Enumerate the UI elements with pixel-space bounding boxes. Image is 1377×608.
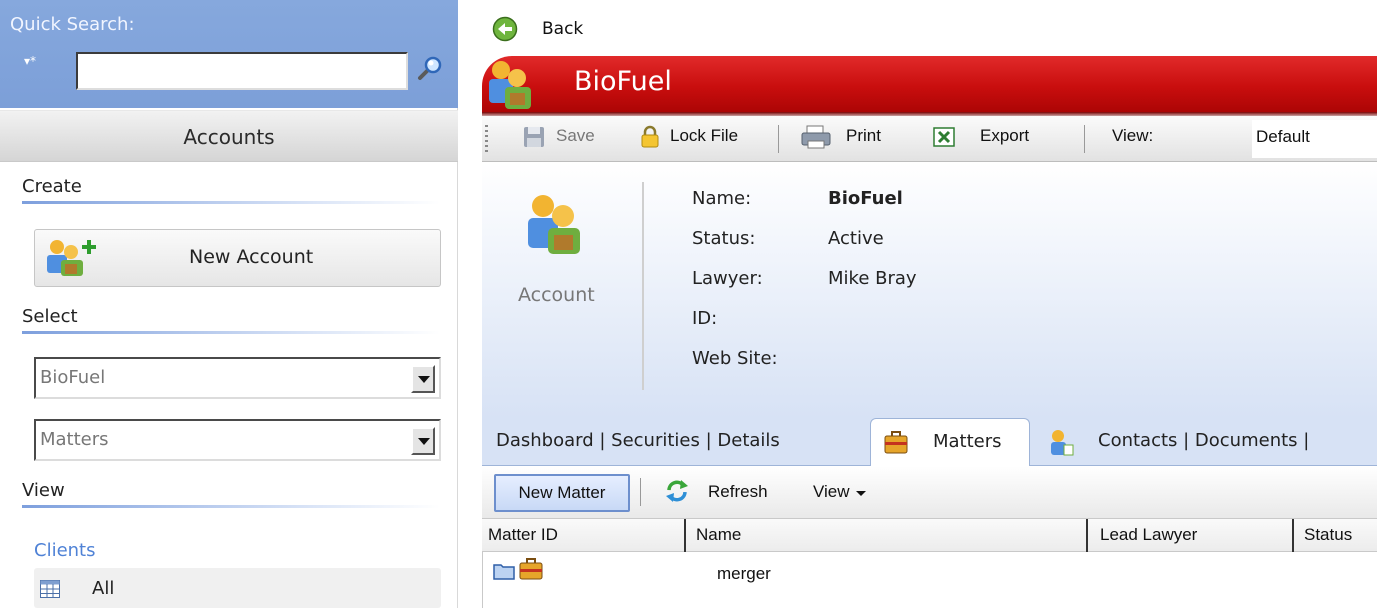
new-matter-button[interactable]: New Matter [494, 474, 630, 512]
view-menu-button[interactable]: View [813, 482, 850, 502]
column-header-lead-lawyer[interactable]: Lead Lawyer [1100, 525, 1197, 545]
quick-search-panel: Quick Search: ▾* [0, 0, 458, 108]
folder-icon [493, 564, 515, 580]
record-type-caption: Account [518, 284, 595, 306]
quick-search-label: Quick Search: [10, 14, 135, 35]
new-account-label: New Account [189, 246, 314, 268]
quick-search-input[interactable] [76, 52, 408, 90]
toolbar-separator [640, 478, 641, 506]
lock-icon [641, 125, 659, 148]
record-details-panel: Account Name: BioFuel Status: Active Law… [482, 162, 1377, 418]
save-button[interactable]: Save [556, 126, 595, 146]
back-button[interactable]: Back [482, 8, 1377, 52]
briefcase-icon [884, 431, 908, 454]
field-label-id: ID: [692, 308, 718, 329]
select-section-title: Select [22, 306, 78, 327]
excel-icon [933, 127, 955, 147]
column-resize-handle[interactable] [1086, 519, 1088, 553]
column-resize-handle[interactable] [1292, 519, 1294, 553]
back-arrow-icon [492, 16, 518, 42]
matters-toolbar: New Matter Refresh View [482, 466, 1377, 518]
tab-group-left[interactable]: Dashboard | Securities | Details [496, 430, 780, 451]
refresh-button[interactable]: Refresh [708, 482, 768, 502]
left-panel: Quick Search: ▾* Accounts Create New Acc… [0, 0, 458, 608]
field-value-name: BioFuel [828, 188, 903, 209]
create-section-divider [22, 201, 440, 204]
view-section-title: View [22, 480, 65, 501]
toolbar-grip[interactable] [485, 125, 488, 153]
create-section-title: Create [22, 176, 82, 197]
tab-matters[interactable]: Matters [870, 418, 1030, 467]
section-select-value: Matters [40, 429, 109, 450]
grid-icon [40, 580, 60, 598]
briefcase-icon [519, 558, 543, 580]
field-value-status: Active [828, 228, 884, 249]
chevron-down-icon[interactable] [411, 365, 435, 393]
record-toolbar: Save Lock File Print Export View: Defaul… [482, 116, 1377, 162]
sidebar-item-all[interactable]: All [34, 568, 441, 608]
sidebar-item-all-label: All [92, 578, 115, 599]
record-title-bar: BioFuel [482, 56, 1377, 112]
details-divider [642, 182, 644, 390]
new-account-button[interactable]: New Account [34, 229, 441, 287]
splitter[interactable] [460, 0, 482, 608]
select-section-divider [22, 331, 440, 334]
matters-grid-header: Matter ID Name Lead Lawyer Status [482, 518, 1377, 553]
field-label-name: Name: [692, 188, 752, 209]
tab-group-right[interactable]: Contacts | Documents | [1098, 430, 1309, 451]
toolbar-separator [778, 125, 779, 153]
chevron-down-icon[interactable] [411, 427, 435, 455]
clients-link[interactable]: Clients [34, 540, 96, 561]
field-value-lawyer: Mike Bray [828, 268, 917, 289]
record-tab-strip: Dashboard | Securities | Details Matters… [482, 418, 1377, 467]
back-label: Back [542, 19, 584, 39]
printer-icon [801, 125, 831, 149]
field-label-website: Web Site: [692, 348, 778, 369]
column-header-name[interactable]: Name [696, 525, 741, 545]
account-select-value: BioFuel [40, 367, 106, 388]
account-icon [489, 61, 531, 109]
toolbar-separator [1084, 125, 1085, 153]
print-button[interactable]: Print [846, 126, 881, 146]
search-options-toggle[interactable]: ▾* [24, 54, 36, 68]
column-header-status[interactable]: Status [1304, 525, 1352, 545]
save-icon [524, 127, 544, 147]
view-label: View: [1112, 126, 1154, 145]
account-add-icon [47, 240, 96, 276]
contacts-icon [1051, 430, 1074, 456]
export-button[interactable]: Export [980, 126, 1029, 146]
magnifier-icon[interactable] [414, 54, 444, 84]
column-header-matter-id[interactable]: Matter ID [488, 525, 558, 545]
main-panel: Back BioFuel Save Lock File Print Export… [460, 0, 1377, 608]
field-label-status: Status: [692, 228, 756, 249]
view-select[interactable]: Default [1252, 120, 1377, 158]
chevron-down-icon[interactable] [856, 491, 866, 496]
tab-matters-label: Matters [933, 431, 1002, 452]
column-resize-handle[interactable] [684, 519, 686, 553]
matters-grid-body: merger [482, 552, 1377, 608]
view-section-divider [22, 505, 440, 508]
account-select[interactable]: BioFuel [34, 357, 441, 399]
account-icon [528, 195, 580, 254]
section-select[interactable]: Matters [34, 419, 441, 461]
accounts-header-tab[interactable]: Accounts [0, 110, 458, 162]
row-name-cell: merger [717, 564, 771, 583]
refresh-icon[interactable] [664, 478, 690, 504]
record-title: BioFuel [574, 66, 672, 97]
field-label-lawyer: Lawyer: [692, 268, 763, 289]
lock-file-button[interactable]: Lock File [670, 126, 738, 146]
